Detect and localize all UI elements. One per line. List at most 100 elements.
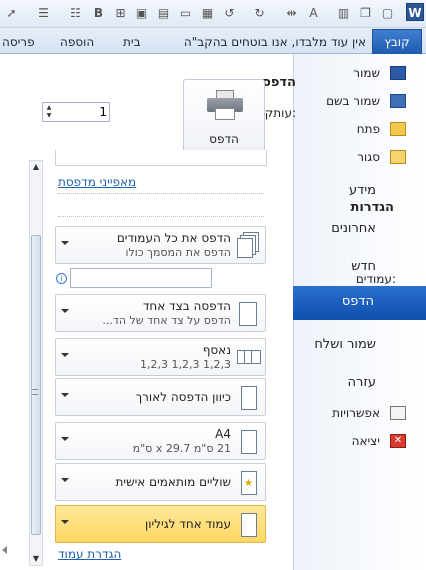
nav-save[interactable]: שמור	[293, 64, 426, 84]
dropdown-arrow-icon	[61, 241, 69, 245]
copy-icon[interactable]: ❐	[358, 6, 373, 20]
bold-icon[interactable]: B	[91, 6, 106, 20]
nav-save-as-label: שמור בשם	[326, 94, 380, 108]
page-setup-link[interactable]: הגדרת עמוד	[58, 547, 121, 561]
scroll-down-icon[interactable]: ▼	[30, 553, 42, 565]
orientation-dropdown[interactable]: כיוון הדפסה לאורך	[55, 378, 266, 416]
settings-scrollbar[interactable]: ▲ ▼	[29, 160, 43, 566]
close-folder-icon	[390, 150, 406, 164]
paste-icon[interactable]: ▥	[336, 6, 351, 20]
portrait-icon	[237, 384, 261, 412]
tab-file[interactable]: קובץ	[372, 29, 422, 54]
text-icon[interactable]: A	[306, 6, 321, 20]
tab-home[interactable]: בית	[123, 31, 141, 53]
nav-options-label: אפשרויות	[332, 406, 380, 420]
save-icon	[390, 66, 406, 80]
pointer-icon[interactable]: ➚	[4, 6, 19, 20]
dropdown-arrow-icon	[61, 309, 69, 313]
collapse-arrow-icon[interactable]	[2, 546, 7, 554]
undo-icon[interactable]: ↺	[222, 6, 237, 20]
printer-selector[interactable]	[55, 150, 267, 166]
pages-icon	[237, 232, 261, 260]
printer-properties-link[interactable]: מאפייני מדפסת	[58, 175, 136, 189]
nav-open-label: פתח	[356, 122, 380, 136]
sides-title: הדפסה בצד אחד	[142, 299, 231, 313]
nav-info-label: מידע	[349, 183, 376, 198]
nav-save-label: שמור	[353, 66, 380, 80]
pages-per-sheet-dropdown[interactable]: עמוד אחד לגיליון	[55, 505, 266, 543]
nav-close-label: סגור	[357, 150, 380, 164]
table-icon[interactable]: ▭	[178, 6, 193, 20]
divider	[58, 216, 264, 217]
nav-save-send[interactable]: שמור ושלח	[293, 332, 426, 358]
info-icon[interactable]: i	[56, 273, 67, 284]
nav-recent[interactable]: אחרונים	[293, 216, 426, 242]
scroll-grip-icon	[32, 389, 38, 395]
collate-icon	[237, 344, 261, 372]
collate-dropdown[interactable]: נאסף 1,2,3 1,2,3 1,2,3	[55, 338, 266, 376]
pages-label: עמודים:	[355, 272, 396, 286]
paper-size-dropdown[interactable]: A4 21 ס"מ x 29.7 ס"מ	[55, 422, 266, 460]
bookmark-icon[interactable]: ▤	[156, 6, 171, 20]
copies-field[interactable]	[55, 104, 107, 120]
print-button[interactable]: הדפס	[183, 79, 265, 158]
print-range-desc: הדפס את המסמך כולו	[125, 246, 231, 259]
open-folder-icon	[390, 122, 406, 136]
paper-size-title: A4	[215, 427, 231, 441]
scroll-thumb[interactable]	[31, 235, 41, 535]
clipboard-icon[interactable]: ▢	[380, 6, 395, 20]
one-sided-icon	[237, 300, 261, 328]
tab-custom[interactable]: אין עוד מלבדו, אנו בוטחים בהקב"ה	[184, 31, 366, 53]
nav-print[interactable]: הדפס	[274, 286, 426, 320]
nav-help[interactable]: עזרה	[293, 370, 426, 396]
dropdown-arrow-icon	[61, 478, 69, 482]
align-icon[interactable]: ⇹	[284, 6, 299, 20]
collate-title: נאסף	[202, 343, 231, 357]
copies-spin-icon[interactable]: ▲ ▼	[44, 104, 54, 120]
copies-stepper[interactable]: ▲ ▼	[42, 102, 110, 122]
nav-close[interactable]: סגור	[293, 148, 426, 168]
nav-options[interactable]: אפשרויות	[293, 404, 426, 424]
word-app-icon: W	[406, 3, 424, 21]
paper-size-desc: 21 ס"מ x 29.7 ס"מ	[132, 442, 231, 455]
grid-icon[interactable]: ▦	[200, 6, 215, 20]
dropdown-arrow-icon	[61, 393, 69, 397]
nav-exit[interactable]: ✕ יציאה	[293, 432, 426, 452]
redo-icon[interactable]: ↻	[252, 6, 267, 20]
nav-open[interactable]: פתח	[293, 120, 426, 140]
print-button-label: הדפס	[209, 132, 239, 146]
pages-input[interactable]	[70, 268, 212, 288]
dropdown-arrow-icon	[61, 353, 69, 357]
tab-insert[interactable]: הוספה	[60, 31, 94, 53]
tab-layout[interactable]: פריסה	[2, 31, 35, 53]
sides-desc: הדפס על צד אחד של הד...	[102, 314, 231, 327]
margins-title: שוליים מותאמים אישית	[115, 475, 231, 489]
options-icon	[390, 406, 406, 420]
scroll-up-icon[interactable]: ▲	[30, 161, 42, 173]
nav-save-as[interactable]: שמור בשם	[293, 92, 426, 112]
sides-dropdown[interactable]: הדפסה בצד אחד הדפס על צד אחד של הד...	[55, 294, 266, 332]
divider	[58, 193, 264, 194]
printer-icon	[207, 90, 243, 120]
dropdown-arrow-icon	[61, 520, 69, 524]
nav-save-send-label: שמור ושלח	[314, 337, 376, 352]
nav-print-label: הדפס	[341, 294, 374, 309]
exit-icon: ✕	[390, 434, 406, 448]
format-icon[interactable]: ⊞	[113, 6, 128, 20]
numbering-icon[interactable]: ☷	[68, 6, 83, 20]
nav-recent-label: אחרונים	[331, 221, 376, 236]
print-range-title: הדפס את כל העמודים	[116, 231, 231, 245]
save-as-icon	[390, 94, 406, 108]
orientation-title: כיוון הדפסה לאורך	[135, 390, 231, 404]
margins-icon: ★	[237, 469, 261, 497]
word-backstage-window: ➚ ☰ ☷ B ⊞ ▣ ▤ ▭ ▦ ↺ ↻ ⇹ A ▥ ❐ ▢ W קובץ א…	[0, 0, 426, 570]
nav-exit-label: יציאה	[351, 434, 380, 448]
print-range-dropdown[interactable]: הדפס את כל העמודים הדפס את המסמך כולו	[55, 226, 266, 264]
collate-desc: 1,2,3 1,2,3 1,2,3	[140, 358, 231, 371]
dropdown-arrow-icon	[61, 437, 69, 441]
pages-per-sheet-title: עמוד אחד לגיליון	[144, 517, 231, 531]
picture-icon[interactable]: ▣	[134, 6, 149, 20]
bullets-icon[interactable]: ☰	[36, 6, 51, 20]
paper-icon	[237, 428, 261, 456]
margins-dropdown[interactable]: שוליים מותאמים אישית ★	[55, 463, 266, 501]
